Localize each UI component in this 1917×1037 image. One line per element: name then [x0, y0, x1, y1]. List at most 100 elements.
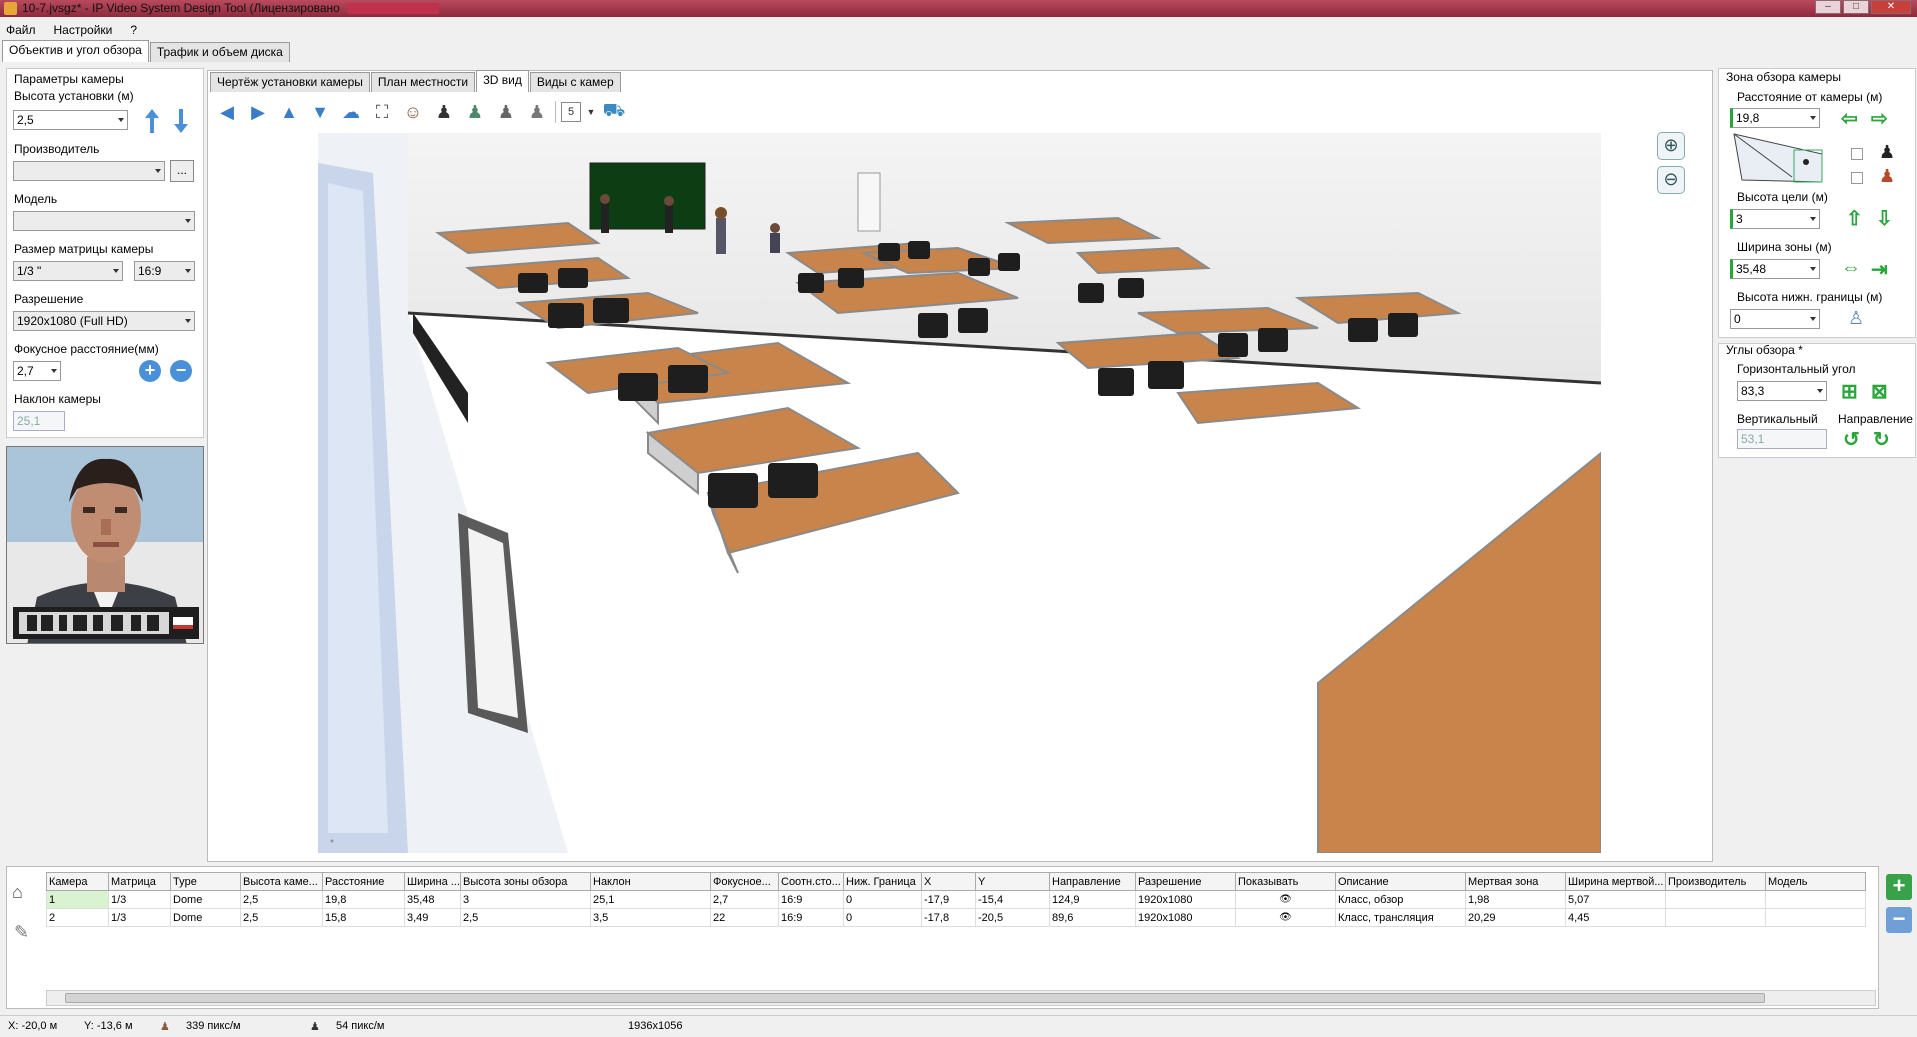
v-angle-field[interactable]: 53,1: [1737, 429, 1827, 449]
person-gray-icon[interactable]: ♟: [493, 99, 519, 125]
table-cell[interactable]: 22: [710, 908, 779, 927]
column-header[interactable]: X: [921, 872, 976, 891]
vendor-browse-button[interactable]: ...: [170, 160, 194, 182]
table-cell[interactable]: 124,9: [1049, 890, 1136, 909]
table-cell[interactable]: 1920x1080: [1135, 890, 1236, 909]
table-cell[interactable]: 3,5: [590, 908, 711, 927]
man-checkbox[interactable]: [1851, 148, 1863, 160]
column-header[interactable]: Соотн.сто...: [778, 872, 844, 891]
width-expand-icon[interactable]: ⇔: [1841, 257, 1861, 280]
table-cell[interactable]: 2,5: [240, 908, 323, 927]
person-icon[interactable]: ☺: [400, 99, 426, 125]
column-header[interactable]: Матрица: [108, 872, 171, 891]
remove-camera-button[interactable]: −: [1886, 907, 1912, 933]
table-cell[interactable]: 3: [460, 890, 591, 909]
column-header[interactable]: Наклон: [590, 872, 711, 891]
table-row[interactable]: 2 1/3 Dome 2,5 15,8 3,49 2,5 3,5 22 16:9 0 -17,8 -20…: [46, 908, 1866, 927]
table-cell[interactable]: Dome: [170, 908, 241, 927]
rotate-right-icon[interactable]: ▶: [245, 99, 271, 125]
zoom-in-button[interactable]: ⊕: [1657, 132, 1685, 160]
lower-bound-combo[interactable]: 0: [1730, 309, 1820, 329]
target-down-icon[interactable]: ⇩: [1876, 206, 1893, 231]
person-scene-icon[interactable]: ♟: [462, 99, 488, 125]
person-outline-icon[interactable]: ♟: [524, 99, 550, 125]
column-header[interactable]: Разрешение: [1135, 872, 1236, 891]
table-cell[interactable]: 15,8: [322, 908, 405, 927]
column-header[interactable]: Ширина мертвой...: [1565, 872, 1666, 891]
scrollbar-thumb[interactable]: [65, 993, 1765, 1003]
table-cell[interactable]: 1920x1080: [1135, 908, 1236, 927]
zoom-out-button[interactable]: ⊖: [1657, 166, 1685, 194]
model-combo[interactable]: [13, 211, 195, 231]
table-cell[interactable]: 25,1: [590, 890, 711, 909]
table-cell[interactable]: 1: [46, 890, 109, 909]
tab-traffic-disk[interactable]: Трафик и объем диска: [149, 42, 290, 62]
table-cell[interactable]: 16:9: [778, 908, 844, 927]
arrow-down-icon[interactable]: [171, 107, 191, 135]
menu-file[interactable]: Файл: [6, 20, 36, 40]
target-height-combo[interactable]: 3: [1730, 209, 1820, 229]
add-camera-button[interactable]: +: [1886, 874, 1912, 900]
layers-box[interactable]: 5: [561, 102, 581, 122]
table-cell[interactable]: -17,9: [921, 890, 976, 909]
width-shrink-icon[interactable]: ⇥: [1871, 257, 1888, 282]
table-cell[interactable]: 4,45: [1565, 908, 1666, 927]
table-cell[interactable]: Класс, трансляция: [1335, 908, 1466, 927]
table-cell[interactable]: 2,5: [240, 890, 323, 909]
table-cell[interactable]: 0: [843, 890, 922, 909]
distance-combo[interactable]: 19,8: [1730, 108, 1820, 128]
focal-minus-button[interactable]: −: [170, 360, 192, 382]
table-cell[interactable]: 3,49: [404, 908, 461, 927]
table-cell[interactable]: 1,98: [1465, 890, 1566, 909]
table-cell[interactable]: -15,4: [975, 890, 1050, 909]
table-row[interactable]: 1 1/3 Dome 2,5 19,8 35,48 3 25,1 2,7 16:9 0 -17,9 -1…: [46, 890, 1866, 909]
focal-plus-button[interactable]: +: [139, 360, 161, 382]
person-dark-icon[interactable]: ♟: [431, 99, 457, 125]
maximize-button[interactable]: □: [1843, 0, 1869, 14]
zone-width-combo[interactable]: 35,48: [1730, 259, 1820, 279]
cloud-icon[interactable]: ☁: [338, 99, 364, 125]
column-header[interactable]: Type: [170, 872, 241, 891]
distance-decrease-icon[interactable]: ⇦: [1841, 106, 1858, 131]
column-header[interactable]: Описание: [1335, 872, 1466, 891]
dropdown-icon[interactable]: ▼: [586, 99, 596, 125]
visibility-eye-icon[interactable]: 👁: [1238, 912, 1333, 923]
rotate-cw-icon[interactable]: ↻: [1873, 427, 1890, 452]
visibility-eye-icon[interactable]: 👁: [1238, 894, 1333, 905]
column-header[interactable]: Высота зоны обзора: [460, 872, 591, 891]
rotate-ccw-icon[interactable]: ↺: [1843, 427, 1860, 452]
camera-icon[interactable]: ⌂: [12, 882, 23, 903]
resolution-combo[interactable]: 1920x1080 (Full HD): [13, 311, 195, 331]
table-cell[interactable]: 2,5: [460, 908, 591, 927]
menu-help[interactable]: ?: [130, 20, 137, 40]
table-cell[interactable]: [1765, 890, 1866, 909]
table-cell[interactable]: 👁: [1235, 890, 1336, 909]
column-header[interactable]: Камера: [46, 872, 109, 891]
column-header[interactable]: Направление: [1049, 872, 1136, 891]
column-header[interactable]: Модель: [1765, 872, 1866, 891]
close-button[interactable]: ✕: [1871, 0, 1911, 14]
target-up-icon[interactable]: ⇧: [1846, 206, 1863, 231]
column-header[interactable]: Расстояние: [322, 872, 405, 891]
tilt-field[interactable]: 25,1: [13, 411, 65, 431]
fit-view-icon[interactable]: ⛶: [369, 99, 395, 125]
tab-area-plan[interactable]: План местности: [370, 72, 476, 92]
table-cell[interactable]: 19,8: [322, 890, 405, 909]
tab-camera-drawing[interactable]: Чертёж установки камеры: [210, 72, 370, 92]
column-header[interactable]: Показывать: [1235, 872, 1336, 891]
table-cell[interactable]: Класс, обзор: [1335, 890, 1466, 909]
table-cell[interactable]: [1665, 908, 1766, 927]
table-cell[interactable]: 0: [843, 908, 922, 927]
table-cell[interactable]: -20,5: [975, 908, 1050, 927]
column-header[interactable]: Ниж. Граница: [843, 872, 922, 891]
table-cell[interactable]: 20,29: [1465, 908, 1566, 927]
table-cell[interactable]: -17,8: [921, 908, 976, 927]
table-cell[interactable]: Dome: [170, 890, 241, 909]
angle-narrow-icon[interactable]: ⊠: [1871, 379, 1888, 404]
table-cell[interactable]: [1765, 908, 1866, 927]
angle-widen-icon[interactable]: ⊞: [1841, 379, 1858, 404]
table-cell[interactable]: 1/3: [108, 908, 171, 927]
rotate-left-icon[interactable]: ◀: [214, 99, 240, 125]
table-cell[interactable]: 5,07: [1565, 890, 1666, 909]
tilt-up-icon[interactable]: ▲: [276, 99, 302, 125]
